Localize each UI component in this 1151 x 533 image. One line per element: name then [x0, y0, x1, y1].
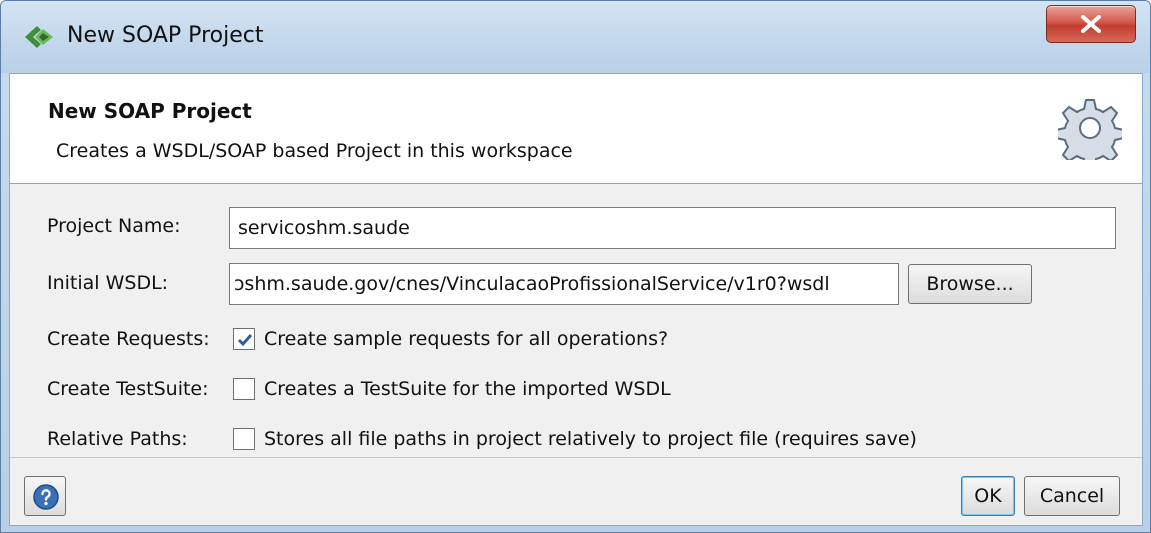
soapui-icon: [23, 23, 55, 51]
create-testsuite-text: Creates a TestSuite for the imported WSD…: [264, 378, 671, 400]
dialog-content: New SOAP Project Creates a WSDL/SOAP bas…: [9, 73, 1143, 526]
initial-wsdl-input[interactable]: ɔshm.saude.gov/cnes/VinculacaoProfission…: [229, 263, 899, 305]
create-testsuite-checkbox[interactable]: [233, 378, 255, 400]
create-requests-label: Create Requests:: [47, 328, 210, 350]
close-button[interactable]: [1046, 5, 1136, 43]
header-title: New SOAP Project: [48, 99, 252, 123]
cancel-button[interactable]: Cancel: [1024, 476, 1120, 516]
title-bar[interactable]: New SOAP Project: [1, 1, 1150, 73]
browse-button[interactable]: Browse...: [908, 264, 1032, 304]
dialog-footer: OK Cancel: [10, 457, 1142, 525]
ok-button[interactable]: OK: [961, 476, 1015, 516]
create-requests-text: Create sample requests for all operation…: [264, 328, 669, 350]
dialog-header: New SOAP Project Creates a WSDL/SOAP bas…: [10, 74, 1142, 184]
project-name-input[interactable]: servicoshm.saude: [229, 207, 1116, 249]
gear-icon: [1055, 96, 1125, 169]
create-testsuite-label: Create TestSuite:: [47, 378, 209, 400]
relative-paths-text: Stores all file paths in project relativ…: [264, 428, 917, 450]
relative-paths-label: Relative Paths:: [47, 428, 188, 450]
project-name-label: Project Name:: [47, 215, 181, 237]
check-icon: [237, 334, 253, 347]
create-requests-checkbox[interactable]: [233, 328, 255, 350]
window-title: New SOAP Project: [67, 23, 264, 48]
dialog-window: New SOAP Project New SOAP Project Create…: [0, 0, 1151, 533]
close-icon: [1081, 15, 1101, 33]
initial-wsdl-label: Initial WSDL:: [47, 272, 169, 294]
help-button[interactable]: [24, 476, 66, 516]
relative-paths-checkbox[interactable]: [233, 428, 255, 450]
header-subtitle: Creates a WSDL/SOAP based Project in thi…: [56, 140, 573, 162]
help-icon: [33, 484, 59, 510]
